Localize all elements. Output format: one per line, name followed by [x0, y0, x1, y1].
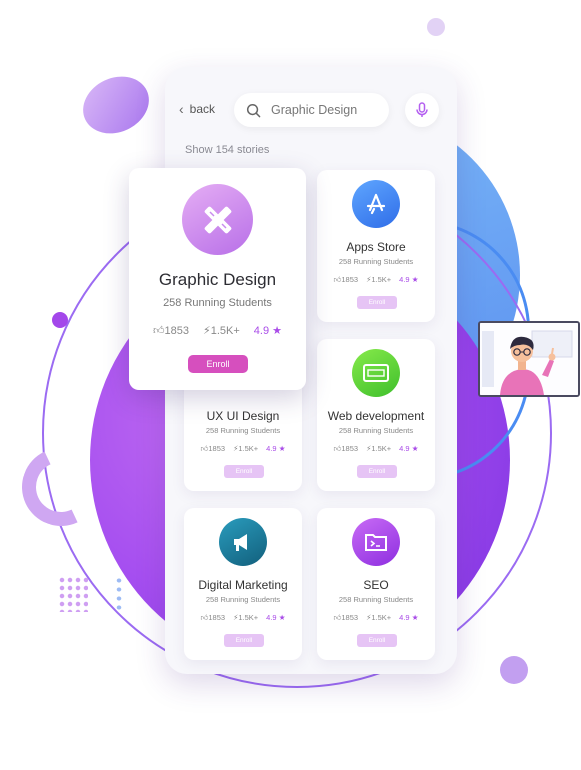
course-title: Apps Store [346, 240, 406, 254]
megaphone-icon [219, 518, 267, 566]
microphone-icon [416, 102, 428, 117]
likes-count: 👍︎1853 [200, 444, 226, 453]
terminal-folder-icon [352, 518, 400, 566]
results-count: Show 154 stories [185, 144, 270, 156]
course-card-apps-store[interactable]: Apps Store 258 Running Students 👍︎1853 ⚡… [317, 170, 435, 322]
rating: 4.9 ★ [266, 444, 286, 453]
pencil-ruler-icon [182, 184, 253, 255]
likes-count: 👍︎1853 [333, 275, 359, 284]
star-icon: ★ [278, 613, 286, 622]
decorative-dot [52, 312, 68, 328]
chevron-left-icon: ‹ [179, 101, 184, 117]
star-icon: ★ [411, 613, 419, 622]
course-card-web-development[interactable]: Web development 258 Running Students 👍︎1… [317, 339, 435, 491]
bolt-icon: ⚡︎ [202, 325, 211, 337]
browser-icon [352, 349, 400, 397]
running-students: 258 Running Students [205, 426, 281, 435]
running-students: 258 Running Students [205, 595, 281, 604]
star-icon: ★ [411, 444, 419, 453]
app-store-icon [352, 180, 400, 228]
views-count: ⚡︎1.5K+ [366, 275, 392, 284]
running-students: 258 Running Students [338, 257, 414, 266]
views-count: ⚡︎1.5K+ [202, 325, 240, 337]
rating: 4.9 ★ [399, 444, 419, 453]
enroll-button[interactable]: Enroll [357, 634, 397, 647]
thumbs-up-icon: 👍︎ [152, 325, 165, 337]
rating: 4.9 ★ [399, 275, 419, 284]
search-input[interactable] [271, 103, 381, 117]
likes-count: 👍︎1853 [333, 613, 359, 622]
teacher-illustration [480, 323, 578, 395]
microphone-button[interactable] [405, 93, 439, 127]
featured-course-card[interactable]: Graphic Design 258 Running Students 👍︎18… [129, 168, 306, 390]
course-card-digital-marketing[interactable]: Digital Marketing 258 Running Students 👍… [184, 508, 302, 660]
course-stats: 👍︎1853 ⚡︎1.5K+ 4.9 ★ [317, 275, 435, 285]
course-title: UX UI Design [206, 409, 280, 423]
back-label: back [189, 102, 216, 116]
top-bar: ‹ back [179, 93, 445, 127]
running-students: 258 Running Students [338, 426, 414, 435]
rating: 4.9 ★ [253, 325, 282, 337]
course-stats: 👍︎1853 ⚡︎1.5K+ 4.9 ★ [184, 613, 302, 623]
views-count: ⚡︎1.5K+ [233, 444, 259, 453]
search-bar[interactable] [234, 93, 389, 127]
featured-course-title: Graphic Design [158, 270, 277, 289]
search-icon [246, 103, 261, 117]
course-stats: 👍︎1853 ⚡︎1.5K+ 4.9 ★ [129, 324, 306, 337]
course-title: Web development [327, 409, 425, 423]
course-stats: 👍︎1853 ⚡︎1.5K+ 4.9 ★ [317, 613, 435, 623]
back-button[interactable]: ‹ back [179, 101, 215, 117]
course-stats: 👍︎1853 ⚡︎1.5K+ 4.9 ★ [184, 444, 302, 454]
course-card-seo[interactable]: SEO 258 Running Students 👍︎1853 ⚡︎1.5K+ … [317, 508, 435, 660]
enroll-button[interactable]: Enroll [224, 634, 264, 647]
decorative-dot-column [114, 576, 124, 612]
likes-count: 👍︎1853 [152, 325, 189, 337]
course-title: SEO [363, 578, 389, 592]
teacher-video-thumbnail[interactable] [478, 321, 580, 397]
likes-count: 👍︎1853 [333, 444, 359, 453]
star-icon: ★ [272, 325, 282, 337]
rating: 4.9 ★ [399, 613, 419, 622]
views-count: ⚡︎1.5K+ [366, 613, 392, 622]
decorative-dot-grid [58, 576, 88, 612]
views-count: ⚡︎1.5K+ [366, 444, 392, 453]
enroll-button[interactable]: Enroll [188, 355, 248, 373]
decorative-dot [500, 656, 528, 684]
enroll-button[interactable]: Enroll [357, 296, 397, 309]
course-title: Digital Marketing [198, 578, 288, 592]
likes-count: 👍︎1853 [200, 613, 226, 622]
decorative-capsule [73, 66, 159, 144]
running-students: 258 Running Students [163, 297, 272, 309]
enroll-button[interactable]: Enroll [357, 465, 397, 478]
decorative-dot [427, 18, 445, 36]
star-icon: ★ [278, 444, 286, 453]
course-stats: 👍︎1853 ⚡︎1.5K+ 4.9 ★ [317, 444, 435, 454]
enroll-button[interactable]: Enroll [224, 465, 264, 478]
star-icon: ★ [411, 275, 419, 284]
running-students: 258 Running Students [338, 595, 414, 604]
views-count: ⚡︎1.5K+ [233, 613, 259, 622]
rating: 4.9 ★ [266, 613, 286, 622]
